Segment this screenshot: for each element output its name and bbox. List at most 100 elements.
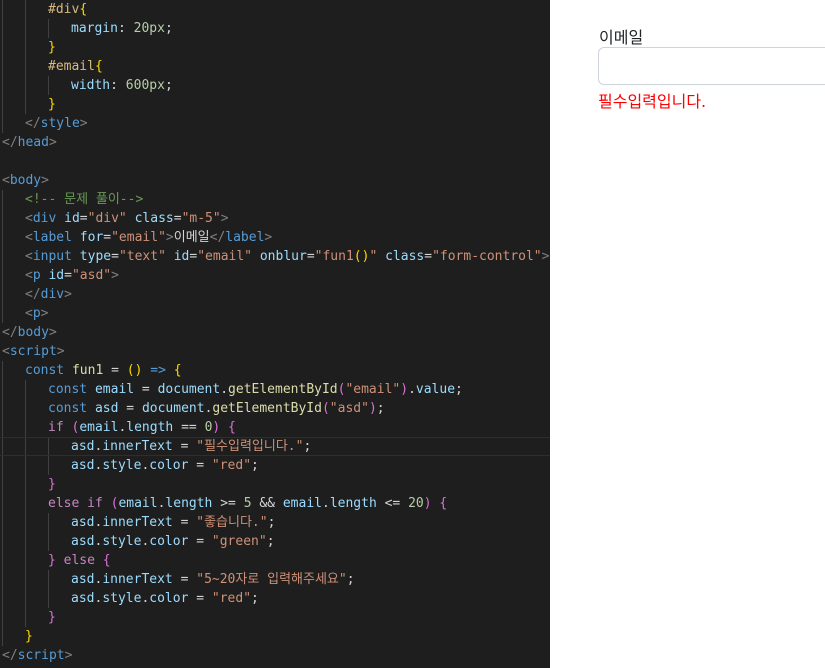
- indent-guide: [2, 438, 3, 455]
- code-text: <input type="text" id="email" onblur="fu…: [25, 247, 549, 266]
- code-line[interactable]: </div>: [0, 285, 550, 304]
- code-token: asd: [71, 591, 95, 606]
- code-token: ;: [376, 401, 385, 416]
- code-line[interactable]: <input type="text" id="email" onblur="fu…: [0, 247, 550, 266]
- indent-guide: [25, 475, 26, 494]
- indent-guide: [2, 551, 3, 570]
- code-line[interactable]: <p>: [0, 304, 550, 323]
- validation-message: 필수입력입니다.: [598, 92, 707, 111]
- code-token: getElementById: [228, 382, 338, 397]
- code-token: (): [126, 363, 143, 378]
- code-line[interactable]: width: 600px;: [0, 76, 550, 95]
- code-text: </div>: [25, 285, 72, 304]
- code-token: .: [408, 382, 416, 397]
- code-token: <: [25, 211, 33, 226]
- code-line[interactable]: asd.innerText = "좋습니다.";: [0, 513, 550, 532]
- code-token: onblur: [259, 249, 307, 264]
- code-token: head: [17, 135, 49, 150]
- code-line[interactable]: asd.style.color = "green";: [0, 532, 550, 551]
- indent-guide: [2, 627, 3, 646]
- code-line[interactable]: <label for="email">이메일</label>: [0, 228, 550, 247]
- code-line[interactable]: margin: 20px;: [0, 19, 550, 38]
- code-token: label: [32, 230, 72, 245]
- code-text: asd.innerText = "필수입력입니다.";: [71, 438, 311, 455]
- code-line[interactable]: [0, 152, 550, 171]
- code-line[interactable]: else if (email.length >= 5 && email.leng…: [0, 494, 550, 513]
- code-line[interactable]: #email{: [0, 57, 550, 76]
- code-line[interactable]: asd.style.color = "red";: [0, 456, 550, 475]
- code-line[interactable]: }: [0, 475, 550, 494]
- code-line[interactable]: <div id="div" class="m-5">: [0, 209, 550, 228]
- code-token: ;: [455, 382, 463, 397]
- code-text: width: 600px;: [71, 76, 173, 95]
- code-token: ;: [251, 591, 259, 606]
- indent-guide: [25, 399, 26, 418]
- code-line[interactable]: if (email.length == 0) {: [0, 418, 550, 437]
- code-token: "asd": [71, 268, 112, 283]
- code-token: {: [439, 496, 448, 511]
- code-token: </: [209, 230, 226, 245]
- code-line[interactable]: </script>: [0, 646, 550, 665]
- code-line[interactable]: <script>: [0, 342, 550, 361]
- code-token: =: [134, 382, 158, 397]
- code-line[interactable]: const fun1 = () => {: [0, 361, 550, 380]
- indent-guide: [2, 608, 3, 627]
- code-token: if: [87, 496, 103, 511]
- indent-guide: [2, 513, 3, 532]
- code-line[interactable]: }: [0, 627, 550, 646]
- code-line[interactable]: const email = document.getElementById("e…: [0, 380, 550, 399]
- code-lines: #div{margin: 20px;} #email{width: 600px;}…: [0, 0, 550, 665]
- indent-guide: [25, 57, 26, 76]
- indent-guide: [2, 304, 3, 323]
- code-token: ;: [251, 458, 259, 473]
- code-text: const email = document.getElementById("e…: [48, 380, 463, 399]
- code-token: asd: [94, 401, 119, 416]
- code-token: >: [64, 648, 73, 663]
- code-editor[interactable]: #div{margin: 20px;} #email{width: 600px;}…: [0, 0, 550, 668]
- email-input[interactable]: [598, 47, 825, 85]
- code-line[interactable]: }: [0, 95, 550, 114]
- code-line[interactable]: const asd = document.getElementById("asd…: [0, 399, 550, 418]
- code-token: innerText: [102, 572, 173, 587]
- code-line[interactable]: </body>: [0, 323, 550, 342]
- indent-guide: [25, 551, 26, 570]
- indent-guide: [48, 76, 49, 95]
- code-line[interactable]: }: [0, 608, 550, 627]
- code-line[interactable]: </style>: [0, 114, 550, 133]
- code-line[interactable]: #div{: [0, 0, 550, 19]
- code-token: }: [48, 477, 56, 492]
- code-token: =: [306, 249, 315, 264]
- code-token: ;: [164, 21, 173, 36]
- code-line[interactable]: } else {: [0, 551, 550, 570]
- code-line[interactable]: <body>: [0, 171, 550, 190]
- code-token: email: [94, 382, 135, 397]
- code-token: >: [48, 135, 57, 150]
- code-line[interactable]: asd.innerText = "5~20자로 입력해주세요";: [0, 570, 550, 589]
- code-token: innerText: [102, 439, 173, 454]
- code-token: document: [141, 401, 205, 416]
- code-line[interactable]: <p id="asd">: [0, 266, 550, 285]
- code-text: }: [48, 38, 56, 57]
- code-line[interactable]: <!-- 문제 풀이-->: [0, 190, 550, 209]
- code-token: "form-control": [432, 249, 542, 264]
- code-token: "red": [211, 458, 252, 473]
- code-token: >: [165, 230, 174, 245]
- code-line[interactable]: asd.innerText = "필수입력입니다.";: [0, 437, 550, 456]
- code-line[interactable]: }: [0, 38, 550, 57]
- code-token: asd: [71, 458, 95, 473]
- code-token: id: [173, 249, 190, 264]
- code-line[interactable]: asd.style.color = "red";: [0, 589, 550, 608]
- code-line[interactable]: </head>: [0, 133, 550, 152]
- code-token: class: [385, 249, 425, 264]
- code-token: 600px: [125, 78, 165, 93]
- code-token: >: [541, 249, 550, 264]
- code-token: type: [79, 249, 112, 264]
- code-token: else: [48, 496, 80, 511]
- indent-guide: [25, 438, 26, 455]
